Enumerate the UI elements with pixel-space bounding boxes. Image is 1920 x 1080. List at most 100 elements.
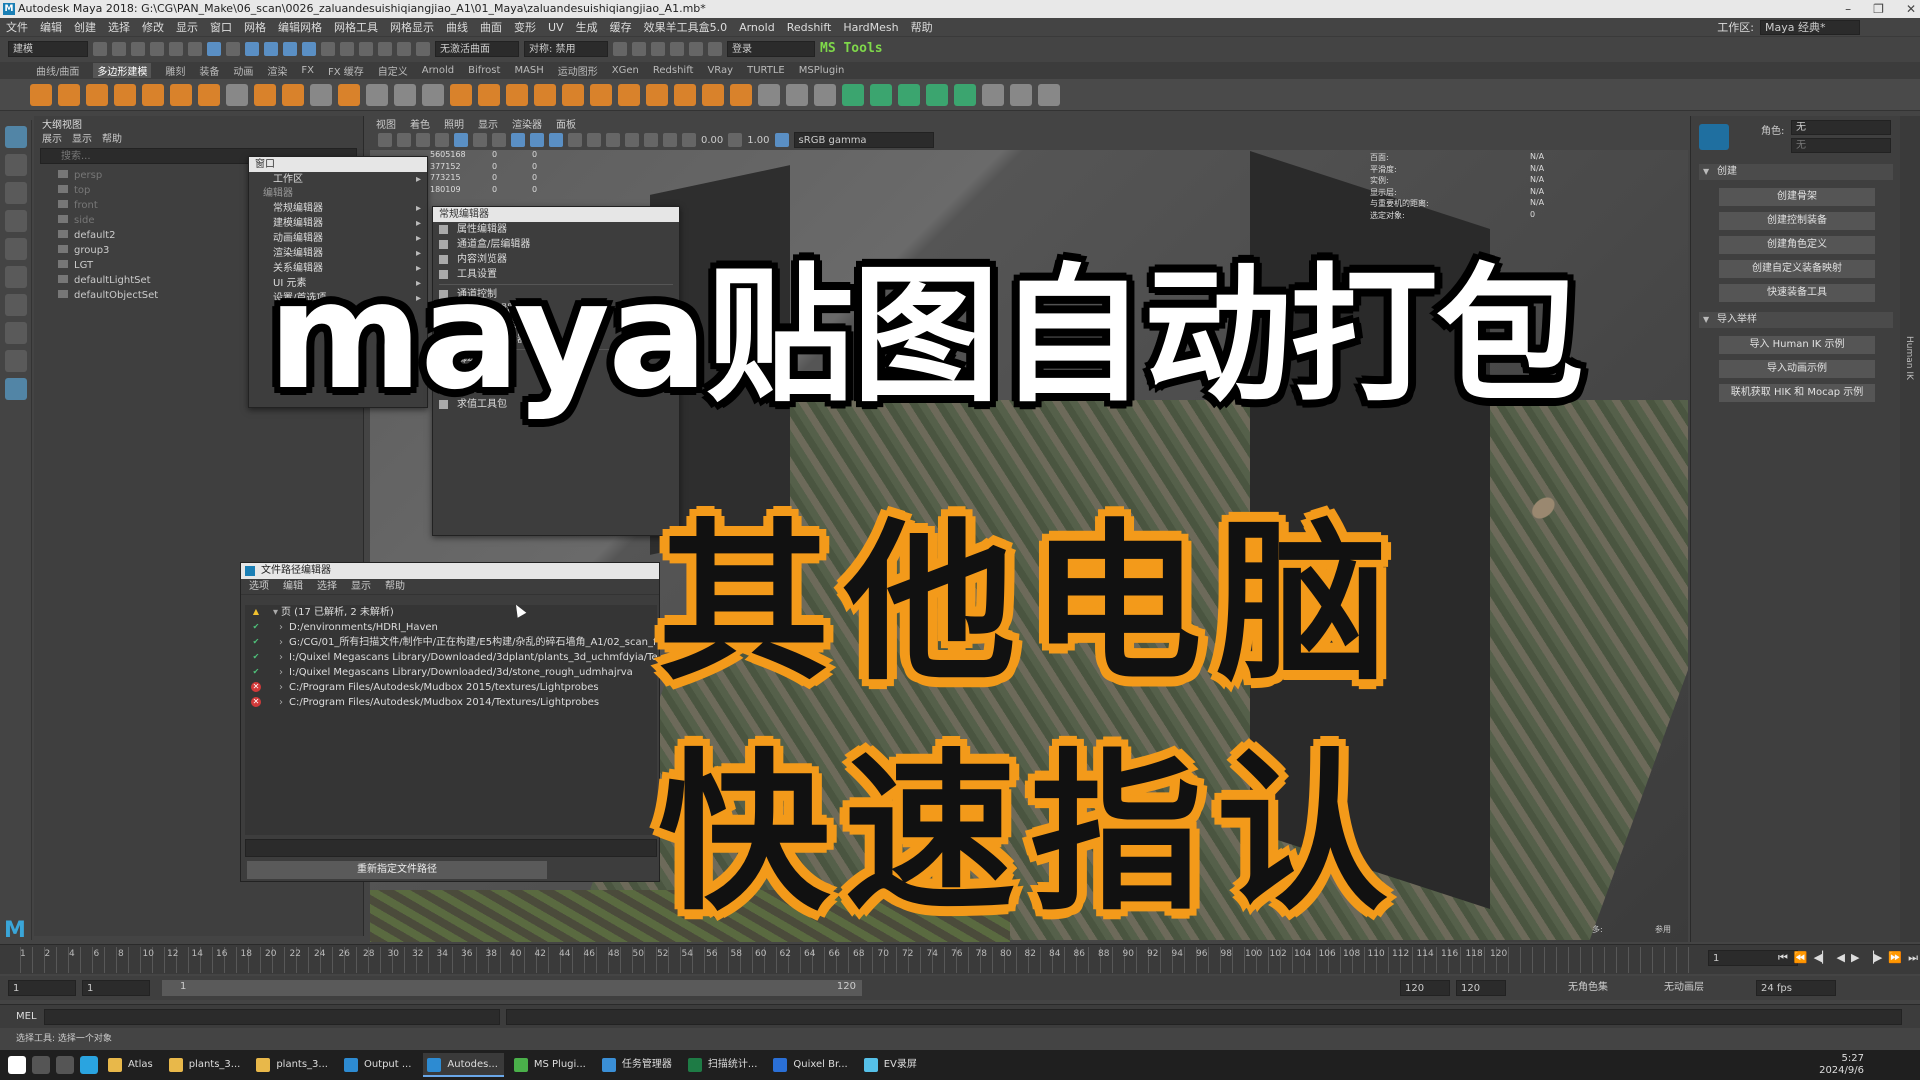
file-path-row[interactable]: ✔ › D:/environments/HDRI_Haven [245, 620, 657, 635]
lights-icon[interactable] [568, 133, 582, 147]
snap-grid-icon[interactable] [340, 41, 354, 56]
expand-icon[interactable]: ▾ [273, 605, 278, 620]
human-ik-button[interactable]: 创建控制装备 [1719, 212, 1875, 230]
merge-icon[interactable] [618, 83, 640, 106]
planar-map-icon[interactable] [870, 83, 892, 106]
bookmark-icon[interactable] [416, 133, 430, 147]
menu-item[interactable]: 帮助 [911, 19, 933, 35]
resolution-gate-icon[interactable] [492, 133, 506, 147]
mask-vertex-icon[interactable] [245, 41, 259, 56]
move-tool-icon[interactable] [5, 210, 27, 232]
poly-disc-icon[interactable] [198, 83, 220, 106]
submenu-item[interactable]: 属性编辑器 [433, 222, 679, 237]
file-path-input[interactable] [245, 839, 657, 857]
poly-pipe-icon[interactable] [282, 83, 304, 106]
expand-icon[interactable]: › [279, 680, 283, 695]
mask-edge-icon[interactable] [264, 41, 278, 56]
circularize-icon[interactable] [730, 83, 752, 106]
edge-loop-icon[interactable] [786, 83, 808, 106]
human-ik-side-tab[interactable]: Human IK [1904, 336, 1914, 380]
snap-view-icon[interactable] [397, 41, 411, 56]
snap-point-icon[interactable] [378, 41, 392, 56]
step-forward-icon[interactable]: ▕▶ [1865, 951, 1882, 965]
fpe-menu-item[interactable]: 选择 [317, 579, 337, 594]
step-back-icon[interactable]: ◀▏ [1814, 951, 1831, 965]
boolean-icon[interactable] [450, 83, 472, 106]
extrude-icon[interactable] [506, 83, 528, 106]
poly-sphere-icon[interactable] [30, 83, 52, 106]
isolate-icon[interactable] [644, 133, 658, 147]
taskbar-app[interactable]: plants_3... [165, 1053, 247, 1077]
step-back-key-icon[interactable]: ⏪ [1794, 951, 1808, 965]
taskbar-app[interactable]: 扫描统计... [684, 1053, 764, 1077]
exposure-value[interactable]: 0.00 [701, 135, 723, 146]
image-plane-icon[interactable] [435, 133, 449, 147]
menu-item[interactable]: 修改 [142, 19, 164, 35]
film-gate-icon[interactable] [473, 133, 487, 147]
human-ik-button[interactable]: 快速装备工具 [1719, 284, 1875, 302]
playback-start-field[interactable]: 1 [82, 980, 150, 996]
poly-cube-icon[interactable] [58, 83, 80, 106]
bevel-icon[interactable] [534, 83, 556, 106]
panel-section-header[interactable]: 创建 [1699, 164, 1893, 180]
layout-icon[interactable] [954, 83, 976, 106]
menu-item[interactable]: 动画编辑器 [249, 231, 427, 246]
shelf-tab[interactable]: VRay [707, 65, 733, 76]
lasso-tool-icon[interactable] [5, 154, 27, 176]
hypershade-icon[interactable] [689, 41, 703, 56]
mode-select[interactable]: 建模 [8, 40, 88, 57]
poly-cylinder-icon[interactable] [86, 83, 108, 106]
taskbar-app[interactable]: EV录屏 [860, 1053, 923, 1077]
rotate-tool-icon[interactable] [5, 238, 27, 260]
shelf-tab[interactable]: Redshift [653, 65, 694, 76]
file-path-row[interactable]: ✔ › G:/CG/01_所有扫描文件/制作中/正在构建/E5构建/杂乱的碎石墙角_… [245, 635, 657, 650]
viewport-menu-item[interactable]: 显示 [478, 116, 498, 131]
wireframe-icon[interactable] [511, 133, 525, 147]
lock-icon[interactable] [321, 41, 335, 56]
scale-tool-icon[interactable] [5, 266, 27, 288]
shelf-tab[interactable]: MSPlugin [799, 65, 845, 76]
sew-icon[interactable] [1010, 83, 1032, 106]
menu-item[interactable]: 曲线 [446, 19, 468, 35]
poly-cone-icon[interactable] [114, 83, 136, 106]
source-select[interactable]: 无 [1791, 138, 1891, 153]
range-slider-bar[interactable]: 1 120 [162, 980, 862, 996]
snap-curve-icon[interactable] [359, 41, 373, 56]
expand-icon[interactable]: › [279, 650, 283, 665]
menu-item[interactable]: 效果羊工具盒5.0 [644, 19, 728, 35]
offset-loop-icon[interactable] [814, 83, 836, 106]
anim-start-field[interactable]: 1 [8, 980, 76, 996]
expand-icon[interactable]: › [279, 620, 283, 635]
task-view-icon[interactable] [56, 1056, 74, 1074]
step-forward-key-icon[interactable]: ⏩ [1888, 951, 1902, 965]
poke-icon[interactable] [674, 83, 696, 106]
poly-plane-icon[interactable] [170, 83, 192, 106]
play-back-icon[interactable]: ◀ [1837, 951, 1845, 965]
mask-uv-icon[interactable] [302, 41, 316, 56]
mirror-icon[interactable] [478, 83, 500, 106]
login-button[interactable]: 登录 [727, 40, 815, 57]
combine-icon[interactable] [366, 83, 388, 106]
file-path-summary-row[interactable]: ▲ ▾ 页 (17 已解析, 2 未解析) [245, 605, 657, 620]
gamma-icon[interactable] [728, 133, 743, 147]
render-frame-icon[interactable] [632, 41, 646, 56]
color-management-icon[interactable] [774, 133, 789, 147]
auto-map-icon[interactable] [898, 83, 920, 106]
aa-icon[interactable] [625, 133, 639, 147]
expand-icon[interactable]: › [279, 665, 283, 680]
menu-item[interactable]: 曲面 [480, 19, 502, 35]
menu-item[interactable]: HardMesh [843, 21, 898, 34]
anim-end-field[interactable]: 120 [1456, 980, 1506, 996]
file-path-row[interactable]: ✔ › I:/Quixel Megascans Library/Downloaded… [245, 665, 657, 680]
edge-browser-icon[interactable] [80, 1056, 98, 1074]
menu-item[interactable]: 常规编辑器 [249, 201, 427, 216]
render-view-icon[interactable] [613, 41, 627, 56]
go-end-icon[interactable]: ⏭ [1908, 951, 1918, 965]
human-ik-button[interactable]: 创建骨架 [1719, 188, 1875, 206]
go-start-icon[interactable]: ⏮ [1778, 951, 1788, 965]
viewport-menu-item[interactable]: 照明 [444, 116, 464, 131]
superellipse-icon[interactable] [226, 83, 248, 106]
mel-input[interactable] [44, 1009, 500, 1025]
shelf-tab[interactable]: 装备 [199, 63, 219, 78]
smooth-icon[interactable] [422, 83, 444, 106]
